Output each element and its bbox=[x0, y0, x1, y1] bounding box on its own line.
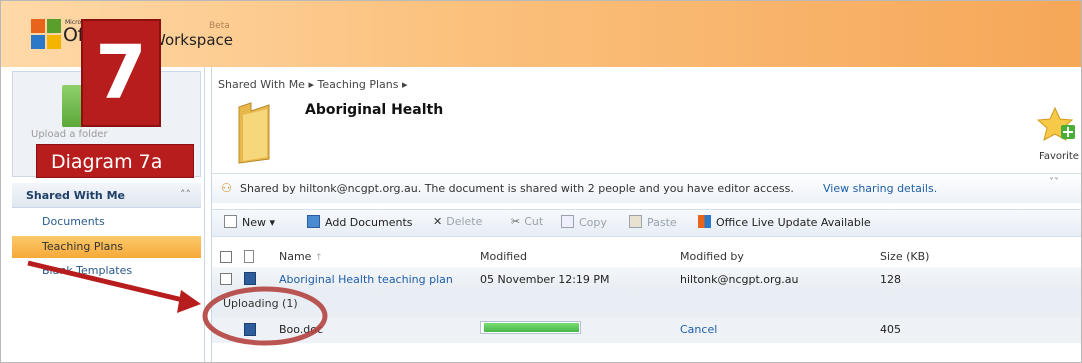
highlight-circle bbox=[202, 286, 328, 346]
workspace-window: Microsoft Office Workspace Beta Upload a… bbox=[0, 0, 1082, 363]
annotation-arrow bbox=[27, 260, 188, 304]
arrow-head-icon bbox=[177, 290, 201, 313]
annotation-overlay bbox=[27, 260, 328, 346]
